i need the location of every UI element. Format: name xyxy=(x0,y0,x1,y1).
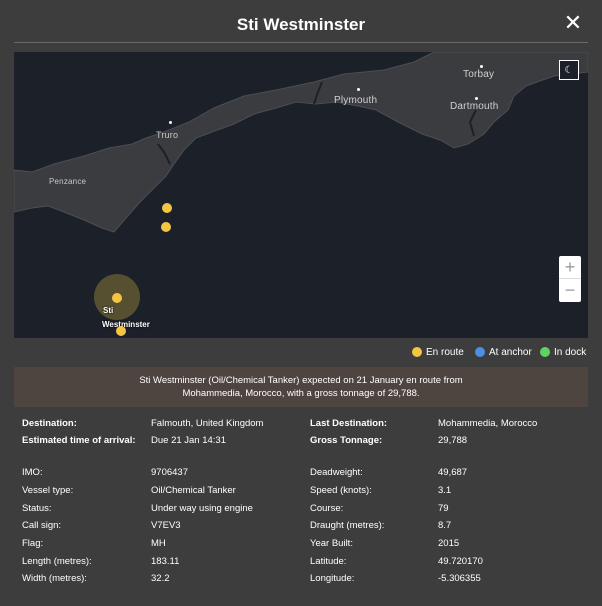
zoom-out-button[interactable]: − xyxy=(559,279,581,302)
vessel-marker[interactable] xyxy=(162,203,172,213)
status-label: Status: xyxy=(22,503,52,514)
vessel-marker[interactable] xyxy=(116,326,126,336)
vessel-type-label: Vessel type: xyxy=(22,485,74,496)
vessel-type-value: Oil/Chemical Tanker xyxy=(151,485,236,496)
close-icon[interactable]: ✕ xyxy=(562,12,584,34)
call-sign-value: V7EV3 xyxy=(151,520,181,531)
speed-value: 3.1 xyxy=(438,485,452,496)
modal-title: Sti Westminster xyxy=(236,15,366,34)
en-route-dot-icon xyxy=(412,347,422,357)
legend-label: In dock xyxy=(554,346,587,358)
width-label: Width (metres): xyxy=(22,573,87,584)
zoom-in-button[interactable]: + xyxy=(559,256,581,279)
eta-label: Estimated time of arrival: xyxy=(22,435,136,446)
vessel-marker[interactable] xyxy=(161,222,171,232)
selected-vessel-label-line2: Westminster xyxy=(102,320,150,329)
imo-value: 9706437 xyxy=(151,467,188,478)
legend-in-dock: In dock xyxy=(540,345,586,359)
town-dot-torbay xyxy=(480,65,483,68)
latitude-label: Latitude: xyxy=(310,556,347,567)
summary-text: Sti Westminster (Oil/Chemical Tanker) ex… xyxy=(139,375,463,399)
latitude-value: 49.720170 xyxy=(438,556,483,567)
course-label: Course: xyxy=(310,503,344,514)
flag-value: MH xyxy=(151,538,166,549)
longitude-value: -5.306355 xyxy=(438,573,481,584)
map-label-penzance: Penzance xyxy=(49,177,87,186)
legend-label: En route xyxy=(426,346,464,358)
speed-label: Speed (knots): xyxy=(310,485,372,496)
gross-tonnage-label: Gross Tonnage: xyxy=(310,435,383,446)
vessel-summary: Sti Westminster (Oil/Chemical Tanker) ex… xyxy=(14,367,588,407)
town-dot-plymouth xyxy=(357,88,360,91)
town-dot-truro xyxy=(169,121,172,124)
deadweight-value: 49,687 xyxy=(438,467,468,478)
at-anchor-dot-icon xyxy=(475,347,485,357)
flag-label: Flag: xyxy=(22,538,44,549)
legend-at-anchor: At anchor xyxy=(475,345,532,359)
vessel-map[interactable]: Torbay Plymouth Dartmouth Truro Penzance… xyxy=(14,52,588,338)
map-label-torbay: Torbay xyxy=(463,69,495,80)
gross-tonnage-value: 29,788 xyxy=(438,435,468,446)
town-dot-dartmouth xyxy=(475,97,478,100)
last-destination-label: Last Destination: xyxy=(310,418,388,429)
in-dock-dot-icon xyxy=(540,347,550,357)
width-value: 32.2 xyxy=(151,573,170,584)
destination-value: Falmouth, United Kingdom xyxy=(151,418,264,429)
zoom-control: + − xyxy=(559,256,581,302)
destination-label: Destination: xyxy=(22,418,77,429)
selected-vessel-label-line1: Sti xyxy=(103,306,114,315)
map-label-plymouth: Plymouth xyxy=(334,95,378,106)
course-value: 79 xyxy=(438,503,449,514)
draught-value: 8.7 xyxy=(438,520,452,531)
call-sign-label: Call sign: xyxy=(22,520,62,531)
selected-vessel-marker[interactable] xyxy=(112,293,122,303)
legend-en-route: En route xyxy=(412,345,464,359)
year-built-value: 2015 xyxy=(438,538,460,549)
map-label-dartmouth: Dartmouth xyxy=(450,101,499,112)
map-label-truro: Truro xyxy=(156,130,179,140)
imo-label: IMO: xyxy=(22,467,43,478)
status-value: Under way using engine xyxy=(151,503,253,514)
longitude-label: Longitude: xyxy=(310,573,355,584)
length-label: Length (metres): xyxy=(22,556,92,567)
year-built-label: Year Built: xyxy=(310,538,353,549)
draught-label: Draught (metres): xyxy=(310,520,385,531)
eta-value: Due 21 Jan 14:31 xyxy=(151,435,227,446)
dark-mode-toggle-icon[interactable]: ☾ xyxy=(559,60,579,80)
length-value: 183.11 xyxy=(151,556,180,567)
last-destination-value: Mohammedia, Morocco xyxy=(438,418,538,429)
legend-label: At anchor xyxy=(489,346,532,358)
title-divider xyxy=(14,42,588,43)
deadweight-label: Deadweight: xyxy=(310,467,363,478)
